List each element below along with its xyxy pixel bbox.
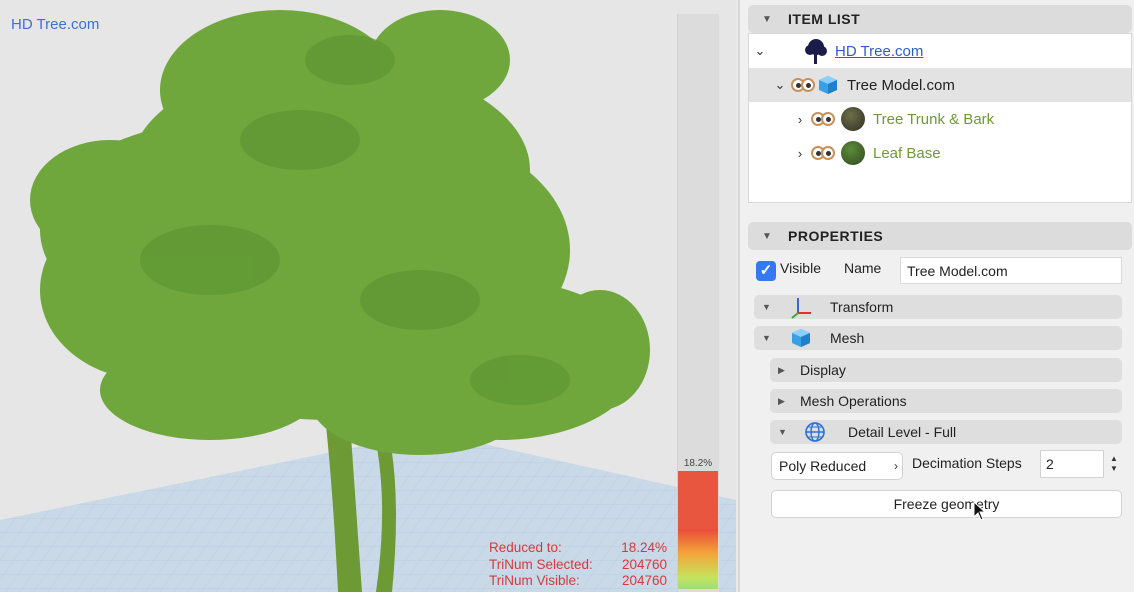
globe-icon bbox=[805, 422, 825, 442]
transform-axes-icon bbox=[791, 298, 811, 319]
tree-item-trunk-bark[interactable]: › Tree Trunk & Bark bbox=[749, 102, 1131, 136]
visibility-eyes-icon[interactable] bbox=[811, 145, 837, 161]
mesh-cube-icon bbox=[792, 329, 810, 347]
expand-triangle-icon[interactable]: ▶ bbox=[778, 396, 788, 407]
chevron-right-icon[interactable]: › bbox=[793, 112, 807, 127]
collapse-triangle-icon[interactable]: ▼ bbox=[762, 302, 772, 312]
mesh-section[interactable]: ▼ Mesh bbox=[754, 326, 1122, 350]
chevron-right-icon: › bbox=[894, 459, 898, 473]
tree-item-label[interactable]: Tree Model.com bbox=[847, 77, 955, 94]
detail-level-section[interactable]: ▼ Detail Level - Full bbox=[770, 420, 1122, 444]
tree-item-tree-model[interactable]: ⌄ Tree Model.com bbox=[749, 68, 1131, 102]
item-list: ⌄ HD Tree.com ⌄ Tree Model.com › Tree Tr… bbox=[748, 33, 1132, 203]
name-label: Name bbox=[844, 260, 882, 276]
mesh-label: Mesh bbox=[830, 330, 865, 346]
mesh-cube-icon bbox=[819, 76, 837, 94]
visible-checkbox[interactable]: ✓ bbox=[756, 261, 776, 281]
tree-item-label[interactable]: Tree Trunk & Bark bbox=[873, 111, 994, 128]
freeze-geometry-button[interactable]: Freeze geometry bbox=[771, 490, 1122, 518]
decimation-stepper[interactable]: ▲ ▼ bbox=[1106, 450, 1122, 478]
decimation-steps-input[interactable] bbox=[1040, 450, 1104, 478]
stepper-down-icon[interactable]: ▼ bbox=[1110, 464, 1118, 474]
collapse-triangle-icon[interactable]: ▼ bbox=[762, 14, 772, 25]
decimation-steps-label: Decimation Steps bbox=[912, 455, 1022, 471]
meter-percent-label: 18.2% bbox=[683, 458, 713, 469]
mesh-operations-section[interactable]: ▶ Mesh Operations bbox=[770, 389, 1122, 413]
name-input[interactable] bbox=[900, 257, 1122, 284]
poly-reduced-button[interactable]: Poly Reduced bbox=[771, 452, 903, 480]
stat-label: Reduced to: bbox=[489, 540, 562, 555]
stat-value: 204760 bbox=[621, 573, 667, 588]
mouse-cursor-icon bbox=[973, 501, 987, 521]
tree-silhouette-icon bbox=[805, 39, 827, 64]
chevron-right-icon[interactable]: › bbox=[793, 146, 807, 161]
bark-material-icon bbox=[841, 107, 865, 131]
tree-item-label[interactable]: HD Tree.com bbox=[835, 43, 923, 60]
tree-render bbox=[0, 10, 736, 592]
transform-section[interactable]: ▼ Transform bbox=[754, 295, 1122, 319]
chevron-down-icon[interactable]: ⌄ bbox=[773, 77, 787, 93]
detail-level-label: Detail Level - Full bbox=[848, 424, 957, 440]
display-label: Display bbox=[800, 362, 846, 378]
stepper-up-icon[interactable]: ▲ bbox=[1110, 454, 1118, 464]
visibility-eyes-icon[interactable] bbox=[811, 111, 837, 127]
stat-label: TriNum Visible: bbox=[489, 573, 580, 588]
collapse-triangle-icon[interactable]: ▼ bbox=[762, 333, 772, 343]
visible-label: Visible bbox=[780, 260, 821, 276]
stat-value: 204760 bbox=[621, 556, 667, 572]
tree-item-leaf-base[interactable]: › Leaf Base bbox=[749, 136, 1131, 170]
collapse-triangle-icon[interactable]: ▼ bbox=[762, 231, 772, 242]
brand-watermark: HD Tree.com bbox=[11, 16, 100, 33]
collapse-triangle-icon[interactable]: ▼ bbox=[778, 427, 788, 437]
mesh-operations-label: Mesh Operations bbox=[800, 393, 907, 409]
leaf-material-icon bbox=[841, 141, 865, 165]
stat-label: TriNum Selected: bbox=[489, 556, 593, 572]
display-section[interactable]: ▶ Display bbox=[770, 358, 1122, 382]
properties-header[interactable]: ▼ PROPERTIES bbox=[748, 222, 1132, 250]
tree-item-hd-tree[interactable]: ⌄ HD Tree.com bbox=[749, 34, 1131, 68]
meter-gradient bbox=[678, 529, 718, 589]
meter-fill-high bbox=[678, 471, 718, 529]
transform-label: Transform bbox=[830, 299, 894, 315]
triangle-stats: Reduced to: 18.24% TriNum Selected: 204760… bbox=[489, 540, 667, 590]
expand-triangle-icon[interactable]: ▶ bbox=[778, 365, 788, 376]
item-list-header[interactable]: ▼ ITEM LIST bbox=[748, 5, 1132, 33]
properties-title: PROPERTIES bbox=[788, 228, 884, 244]
item-list-title: ITEM LIST bbox=[788, 11, 861, 27]
stat-value: 18.24% bbox=[621, 540, 667, 555]
3d-viewport[interactable]: HD Tree.com 18.2% Reduced to: 18.24% TriN… bbox=[0, 0, 736, 592]
chevron-down-icon[interactable]: ⌄ bbox=[753, 43, 767, 59]
side-panel: ▼ ITEM LIST ⌄ HD Tree.com ⌄ Tree Model.c… bbox=[738, 0, 1134, 592]
visibility-eyes-icon[interactable] bbox=[791, 77, 817, 93]
tree-item-label[interactable]: Leaf Base bbox=[873, 145, 941, 162]
